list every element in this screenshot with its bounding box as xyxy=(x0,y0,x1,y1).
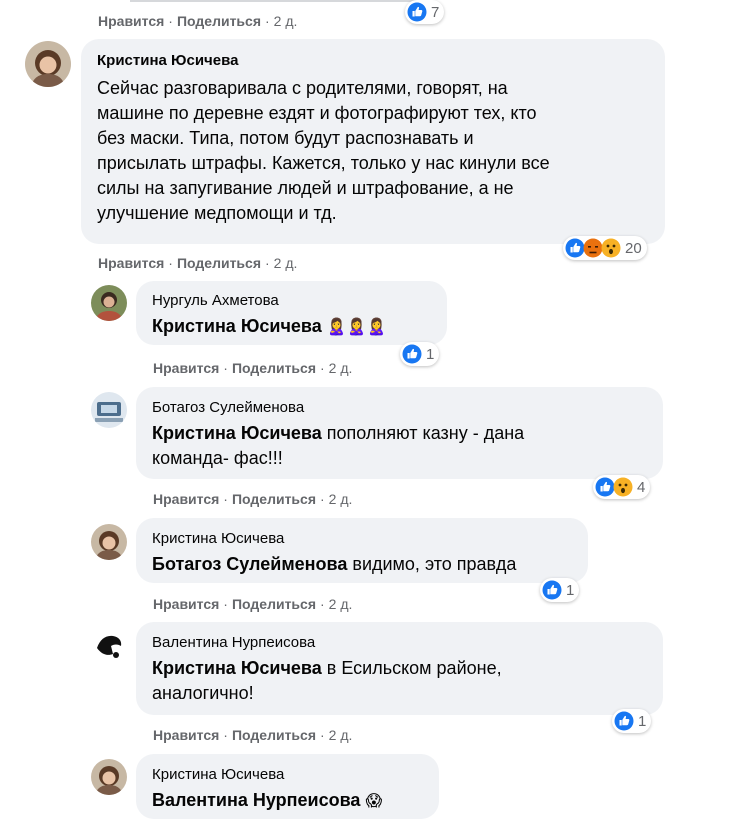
like-reaction-icon xyxy=(614,711,634,731)
reaction-summary[interactable]: 1 xyxy=(612,709,652,733)
reply-text: Ботагоз Сулейменова видимо, это правда xyxy=(152,554,517,574)
reply-author[interactable]: Валентина Нурпеисова xyxy=(152,633,647,653)
like-link[interactable]: Нравится xyxy=(153,726,219,744)
reply-bubble: Кристина Юсичева Валентина Нурпеисова 😱 xyxy=(136,754,439,819)
reply-actions: Нравится · Поделиться · 2 д. xyxy=(153,359,353,377)
reaction-count: 1 xyxy=(638,712,647,730)
reaction-count: 4 xyxy=(637,478,646,496)
reaction-summary[interactable]: 20 xyxy=(563,236,647,260)
timestamp[interactable]: 2 д. xyxy=(274,254,298,272)
reply-text: Кристина Юсичева в Есильском районе, ана… xyxy=(152,658,502,703)
comment-author[interactable]: Кристина Юсичева xyxy=(97,51,649,71)
like-link[interactable]: Нравится xyxy=(98,254,164,272)
mention-link[interactable]: Кристина Юсичева xyxy=(152,658,322,678)
reaction-count: 1 xyxy=(426,345,435,363)
reply-author[interactable]: Кристина Юсичева xyxy=(152,529,572,549)
reply-actions: Нравится · Поделиться · 2 д. xyxy=(153,490,353,508)
like-link[interactable]: Нравится xyxy=(153,359,219,377)
reply-author[interactable]: Нургуль Ахметова xyxy=(152,291,431,311)
like-link[interactable]: Нравится xyxy=(98,12,164,30)
wow-reaction-icon xyxy=(601,238,621,258)
share-link[interactable]: Поделиться xyxy=(232,726,316,744)
mention-link[interactable]: Кристина Юсичева xyxy=(152,423,322,443)
reaction-summary[interactable]: 1 xyxy=(400,342,440,366)
timestamp[interactable]: 2 д. xyxy=(329,595,353,613)
reaction-count: 1 xyxy=(566,581,575,599)
timestamp[interactable]: 2 д. xyxy=(274,12,298,30)
avatar[interactable] xyxy=(91,524,127,560)
like-link[interactable]: Нравится xyxy=(153,595,219,613)
scream-emoji: 😱 xyxy=(365,793,383,810)
emoji-text: 🙎‍♀️🙎‍♀️🙎‍♀️ xyxy=(326,319,387,336)
wow-reaction-icon xyxy=(613,477,633,497)
reply-bubble: Ботагоз Сулейменова Кристина Юсичева поп… xyxy=(136,387,663,479)
previous-comment-bubble-edge xyxy=(130,0,430,2)
avatar[interactable] xyxy=(91,392,127,428)
reply-bubble: Нургуль Ахметова Кристина Юсичева 🙎‍♀️🙎‍… xyxy=(136,281,447,345)
avatar[interactable] xyxy=(91,285,127,321)
share-link[interactable]: Поделиться xyxy=(232,490,316,508)
reply-bubble: Валентина Нурпеисова Кристина Юсичева в … xyxy=(136,622,663,715)
like-link[interactable]: Нравится xyxy=(153,490,219,508)
comment-actions: Нравится · Поделиться · 2 д. xyxy=(98,254,298,272)
reply-author[interactable]: Кристина Юсичева xyxy=(152,765,423,785)
avatar[interactable] xyxy=(91,759,127,795)
share-link[interactable]: Поделиться xyxy=(177,12,261,30)
reply-actions: Нравится · Поделиться · 2 д. xyxy=(153,595,353,613)
reaction-summary[interactable]: 1 xyxy=(540,578,580,602)
timestamp[interactable]: 2 д. xyxy=(329,726,353,744)
reply-text: Кристина Юсичева пополняют казну - дана … xyxy=(152,423,525,468)
mention-link[interactable]: Валентина Нурпеисова xyxy=(152,790,360,810)
reaction-count: 20 xyxy=(625,239,642,257)
reaction-summary[interactable]: 4 xyxy=(593,475,651,499)
angry-reaction-icon xyxy=(583,238,603,258)
avatar[interactable] xyxy=(25,41,71,87)
share-link[interactable]: Поделиться xyxy=(232,359,316,377)
avatar[interactable] xyxy=(91,628,127,664)
share-link[interactable]: Поделиться xyxy=(177,254,261,272)
reaction-summary[interactable]: 7 xyxy=(405,0,445,24)
reply-text: Валентина Нурпеисова 😱 xyxy=(152,788,423,814)
like-reaction-icon xyxy=(565,238,585,258)
reply-bubble: Кристина Юсичева Ботагоз Сулейменова вид… xyxy=(136,518,588,583)
timestamp[interactable]: 2 д. xyxy=(329,490,353,508)
timestamp[interactable]: 2 д. xyxy=(329,359,353,377)
mention-link[interactable]: Ботагоз Сулейменова xyxy=(152,554,347,574)
comment-bubble: Кристина Юсичева Сейчас разговаривала с … xyxy=(81,39,665,244)
like-reaction-icon xyxy=(595,477,615,497)
like-reaction-icon xyxy=(542,580,562,600)
previous-comment-actions: Нравится · Поделиться · 2 д. xyxy=(98,12,298,30)
reply-actions: Нравится · Поделиться · 2 д. xyxy=(153,726,353,744)
share-link[interactable]: Поделиться xyxy=(232,595,316,613)
like-reaction-icon xyxy=(407,2,427,22)
like-reaction-icon xyxy=(402,344,422,364)
mention-link[interactable]: Кристина Юсичева xyxy=(152,316,322,336)
comment-text: Сейчас разговаривала с родителями, говор… xyxy=(97,78,550,223)
reaction-count: 7 xyxy=(431,3,440,21)
reply-text: Кристина Юсичева 🙎‍♀️🙎‍♀️🙎‍♀️ xyxy=(152,314,431,340)
reply-author[interactable]: Ботагоз Сулейменова xyxy=(152,398,647,418)
